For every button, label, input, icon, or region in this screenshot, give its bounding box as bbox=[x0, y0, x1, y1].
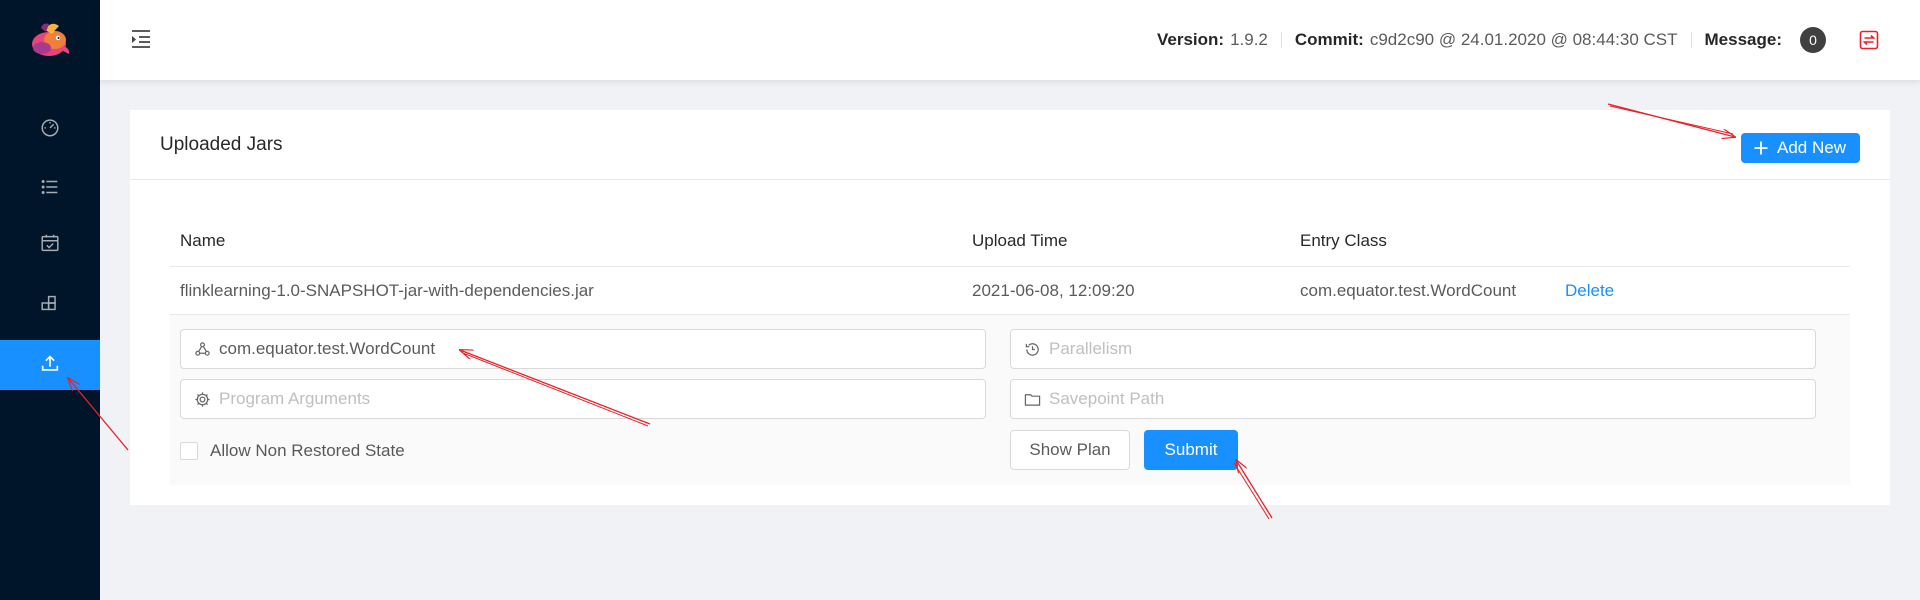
upload-icon bbox=[39, 352, 61, 379]
column-header-entry-class: Entry Class bbox=[1300, 231, 1387, 250]
sidebar-item-task-managers[interactable] bbox=[0, 280, 100, 330]
savepoint-path-input[interactable]: Savepoint Path bbox=[1010, 379, 1816, 419]
reload-icon[interactable] bbox=[1858, 29, 1880, 51]
menu-fold-icon[interactable] bbox=[130, 28, 152, 50]
folder-icon bbox=[1024, 393, 1041, 406]
jars-table: Name Upload Time Entry Class flinklearni… bbox=[170, 213, 1850, 485]
add-new-button[interactable]: Add New bbox=[1741, 133, 1860, 163]
plus-icon bbox=[1754, 141, 1768, 155]
program-arguments-input[interactable]: Program Arguments bbox=[180, 379, 986, 419]
add-new-label: Add New bbox=[1777, 138, 1846, 157]
column-header-upload-time: Upload Time bbox=[972, 231, 1068, 250]
message-label: Message: bbox=[1704, 30, 1782, 49]
commit-value: c9d2c90 @ 24.01.2020 @ 08:44:30 CST bbox=[1369, 30, 1678, 49]
header: Version: 1.9.2 Commit: c9d2c90 @ 24.01.2… bbox=[100, 0, 1920, 80]
entry-class: com.equator.test.WordCount bbox=[1300, 281, 1517, 300]
divider bbox=[1280, 32, 1282, 48]
parallelism-placeholder: Parallelism bbox=[1049, 339, 1133, 358]
upload-time: 2021-06-08, 12:09:20 bbox=[972, 281, 1135, 300]
card-header: Uploaded Jars Add New bbox=[130, 110, 1890, 180]
entry-class-value: com.equator.test.WordCount bbox=[219, 339, 436, 358]
dashboard-icon bbox=[39, 116, 61, 143]
flink-logo[interactable] bbox=[25, 16, 75, 62]
sidebar-item-jobs[interactable] bbox=[0, 164, 100, 214]
submit-form: com.equator.test.WordCount Parallelism P… bbox=[170, 315, 1850, 485]
cluster-icon bbox=[195, 341, 210, 356]
entry-class-input[interactable]: com.equator.test.WordCount bbox=[180, 329, 986, 369]
allow-non-restored-label: Allow Non Restored State bbox=[210, 441, 405, 460]
calendar-check-icon bbox=[39, 232, 61, 259]
parallelism-input[interactable]: Parallelism bbox=[1010, 329, 1816, 369]
savepoint-path-placeholder: Savepoint Path bbox=[1049, 389, 1165, 408]
divider bbox=[1690, 32, 1692, 48]
table-header: Name Upload Time Entry Class bbox=[170, 213, 1850, 267]
sidebar bbox=[0, 0, 100, 600]
delete-link[interactable]: Delete bbox=[1565, 281, 1614, 301]
program-arguments-placeholder: Program Arguments bbox=[219, 389, 371, 408]
version-label: Version: bbox=[1156, 30, 1225, 49]
table-row[interactable]: flinklearning-1.0-SNAPSHOT-jar-with-depe… bbox=[170, 267, 1850, 315]
history-icon bbox=[1025, 342, 1039, 356]
sidebar-item-submit-new-job[interactable] bbox=[0, 340, 100, 390]
sidebar-item-overview[interactable] bbox=[0, 104, 100, 154]
sidebar-item-schedule[interactable] bbox=[0, 220, 100, 270]
commit-label: Commit: bbox=[1294, 30, 1364, 49]
version-value: 1.9.2 bbox=[1230, 30, 1268, 49]
show-plan-button[interactable]: Show Plan bbox=[1010, 430, 1130, 470]
column-header-name: Name bbox=[180, 231, 226, 250]
build-icon bbox=[39, 292, 61, 319]
header-info: Version: 1.9.2 Commit: c9d2c90 @ 24.01.2… bbox=[1157, 0, 1880, 80]
jar-name: flinklearning-1.0-SNAPSHOT-jar-with-depe… bbox=[180, 281, 594, 300]
list-icon bbox=[39, 176, 61, 203]
allow-non-restored-checkbox[interactable] bbox=[180, 442, 198, 460]
uploaded-jars-card: Uploaded Jars Add New Name Upload Time E… bbox=[130, 110, 1890, 505]
allow-non-restored-state[interactable]: Allow Non Restored State bbox=[180, 441, 405, 461]
gear-icon bbox=[195, 391, 210, 407]
message-count-badge[interactable]: 0 bbox=[1800, 27, 1826, 53]
submit-button[interactable]: Submit bbox=[1144, 430, 1238, 470]
card-title: Uploaded Jars bbox=[160, 134, 283, 155]
